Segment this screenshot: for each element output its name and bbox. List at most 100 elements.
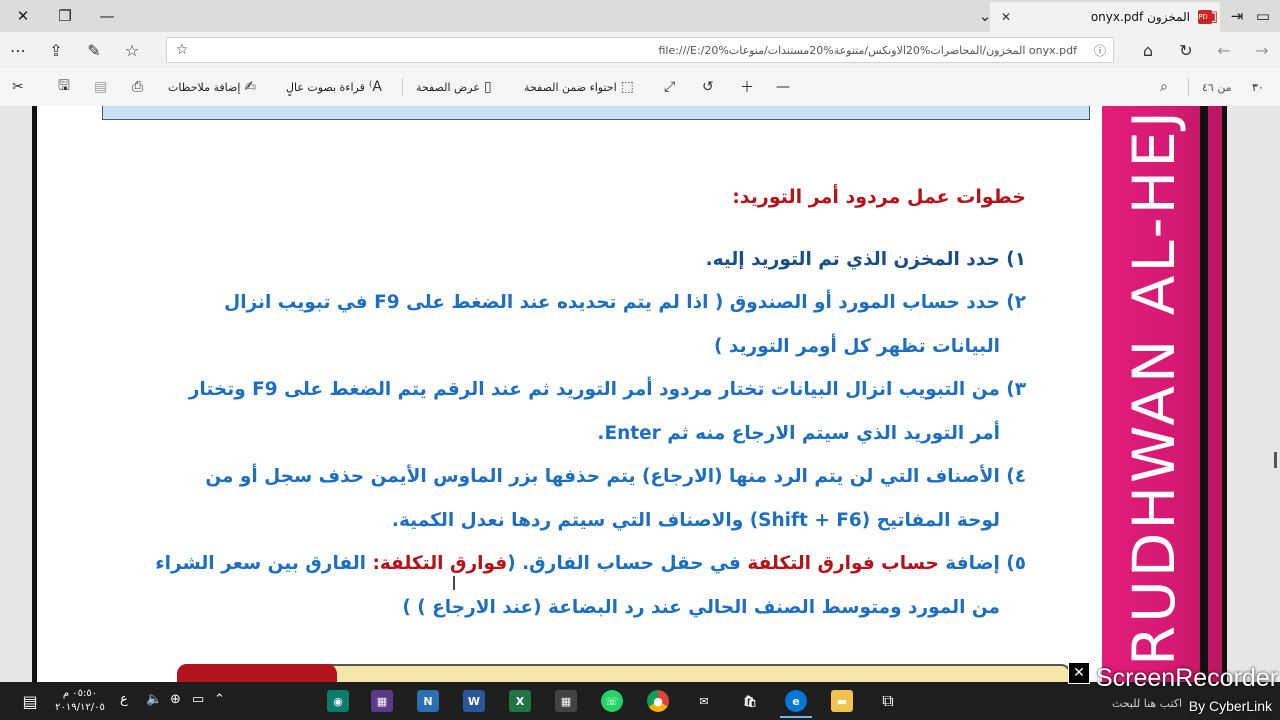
footer-tab xyxy=(177,664,337,682)
tab-close-button[interactable]: ✕ xyxy=(996,10,1016,24)
read-aloud-button[interactable]: A⁾ قراءة بصوت عالٍ xyxy=(286,68,386,106)
page-heading: خطوات عمل مردود أمر التوريد: xyxy=(732,186,1026,208)
favorite-star-icon[interactable]: ☆ xyxy=(167,42,197,58)
toolbar-divider xyxy=(402,78,403,96)
zoom-in-button[interactable]: ＋ xyxy=(736,68,758,106)
tab-onyx-pdf[interactable]: PDF المخزون onyx.pdf ✕ xyxy=(990,2,1220,32)
save-as-icon: 🖫 xyxy=(58,78,70,94)
chevron-up-icon[interactable]: ⌃ xyxy=(214,692,225,707)
recorder-close-button[interactable]: ✕ xyxy=(1068,662,1090,684)
taskbar-chrome[interactable]: ● xyxy=(642,686,674,716)
brand-text: RUDHWAN AL-HEJRI — O xyxy=(1120,106,1188,666)
action-center-button[interactable]: ▤ xyxy=(14,686,46,716)
clock[interactable]: ٠٥:٥٠ م ٢٠١٩/١٢/٠٥ xyxy=(54,687,106,715)
taskbar-word[interactable]: W xyxy=(458,686,490,716)
title-bar: ✕ ❐ — ⌄ ＋ PDF المخزون onyx.pdf ✕ ▣ ⇥ ▭ xyxy=(0,0,1280,32)
save-button[interactable]: ▤ xyxy=(90,68,111,106)
search-button[interactable]: ⌕ xyxy=(1156,68,1172,106)
arrow-left-icon: ← xyxy=(1217,40,1231,60)
fullscreen-button[interactable]: ⤢ xyxy=(660,68,679,106)
print-button[interactable]: ⎙ xyxy=(128,68,147,106)
taskbar-explorer[interactable]: ▬ xyxy=(826,686,858,716)
plus-icon: ＋ xyxy=(740,80,754,96)
step-5-part1: ٥) إضافة xyxy=(938,553,1026,574)
step-5-cont: من المورد ومتوسط الصنف الحالي عند رد الب… xyxy=(402,597,1000,618)
tabs-icon: ▭ xyxy=(1255,7,1271,25)
forward-button[interactable]: → xyxy=(1244,32,1280,68)
app-icon: N xyxy=(417,690,439,712)
restore-window-button[interactable]: ❐ xyxy=(42,0,88,32)
tabs-aside-button[interactable]: ▭ xyxy=(1240,0,1280,32)
taskbar-whatsapp[interactable]: ☏ xyxy=(596,686,628,716)
tab-title: المخزون onyx.pdf xyxy=(1090,10,1190,24)
pin-toolbar-button[interactable]: ✂ xyxy=(8,68,28,106)
language-indicator[interactable]: ع xyxy=(120,692,128,707)
page-view-label: عرض الصفحة xyxy=(416,80,480,94)
page-view-icon: ▯ xyxy=(483,79,492,95)
task-view-button[interactable]: ⧉ xyxy=(872,686,904,716)
fit-page-label: احتواء ضمن الصفحة xyxy=(524,80,617,94)
app-icon: ▦ xyxy=(371,690,393,712)
capture-app-icon: ◉ xyxy=(327,690,349,712)
favorites-hub-button[interactable]: ☆ xyxy=(114,32,150,68)
add-notes-button[interactable]: ✍ إضافة ملاحظات xyxy=(168,68,260,106)
info-icon[interactable]: ⓘ xyxy=(1087,42,1113,59)
taskbar-calculator[interactable]: ▦ xyxy=(550,686,582,716)
recorder-by: By CyberLink xyxy=(1188,698,1272,714)
chrome-icon: ● xyxy=(647,690,669,712)
volume-icon[interactable]: 🔈 xyxy=(146,692,162,707)
home-button[interactable]: ⌂ xyxy=(1130,32,1166,68)
step-5-part3: في حقل حساب الفارق. ( xyxy=(507,553,748,574)
scrollbar-thumb[interactable] xyxy=(1274,452,1277,468)
taskbar-app-2[interactable]: N xyxy=(412,686,444,716)
network-icon[interactable]: ⊕ xyxy=(170,692,181,707)
taskbar-mail[interactable]: ✉ xyxy=(688,686,720,716)
fit-page-icon: ⬚ xyxy=(620,79,634,95)
save-as-button[interactable]: 🖫 xyxy=(54,68,74,106)
close-window-button[interactable]: ✕ xyxy=(0,0,46,32)
back-button[interactable]: ← xyxy=(1206,32,1242,68)
zoom-out-button[interactable]: — xyxy=(772,68,794,106)
step-5-part4: فوارق التكلفة: xyxy=(372,553,508,574)
minus-icon: — xyxy=(776,79,790,95)
pdf-viewport[interactable]: خطوات عمل مردود أمر التوريد: ١) حدد المخ… xyxy=(0,106,1280,682)
taskbar-app-1[interactable]: ▦ xyxy=(366,686,398,716)
fit-page-button[interactable]: ⬚ احتواء ضمن الصفحة xyxy=(524,68,638,106)
url-field[interactable]: ☆ file:///E:/20%المخزون/المحاضرات%20الاو… xyxy=(166,37,1114,63)
share-button[interactable]: ⇪ xyxy=(38,32,74,68)
taskbar-app-capture[interactable]: ◉ xyxy=(322,686,354,716)
more-button[interactable]: ⋯ xyxy=(0,32,36,68)
refresh-icon: ↻ xyxy=(1179,40,1193,60)
step-2: ٢) حدد حساب المورد أو الصندوق ( اذا لم ي… xyxy=(224,292,1026,313)
restore-icon: ❐ xyxy=(58,7,72,25)
read-aloud-icon: A⁾ xyxy=(368,79,382,95)
step-3: ٣) من التبويب انزال البيانات تختار مردود… xyxy=(188,379,1026,400)
step-4: ٤) الأصناف التي لن يتم الرد منها (الارجا… xyxy=(205,466,1026,487)
page-view-button[interactable]: ▯ عرض الصفحة xyxy=(416,68,496,106)
battery-icon[interactable]: ▭ xyxy=(192,692,204,707)
refresh-button[interactable]: ↻ xyxy=(1168,32,1204,68)
minimize-window-button[interactable]: — xyxy=(84,0,130,32)
task-view-icon: ⧉ xyxy=(882,691,894,710)
taskbar-edge[interactable]: e xyxy=(780,686,812,718)
save-icon: ▤ xyxy=(94,79,108,95)
taskbar-excel[interactable]: X xyxy=(504,686,536,716)
taskbar-store[interactable]: 🛍 xyxy=(734,686,766,716)
expand-icon: ⤢ xyxy=(664,79,676,95)
pen-icon: ✎ xyxy=(87,40,101,60)
calculator-icon: ▦ xyxy=(555,690,577,712)
screen-recorder-watermark: ✕ ScreenRecorder By CyberLink xyxy=(1068,660,1280,720)
page-number-input[interactable]: ٣٠ xyxy=(1252,68,1264,106)
share-icon: ⇪ xyxy=(49,40,63,60)
notification-icon: ▤ xyxy=(22,691,38,711)
url-text: file:///E:/20%المخزون/المحاضرات%20الاونك… xyxy=(658,43,1077,57)
header-box xyxy=(102,106,1090,120)
step-5-part2: حساب فوارق التكلفة xyxy=(747,553,939,574)
store-icon: 🛍 xyxy=(743,694,757,708)
pdf-toolbar: ✂ 🖫 ▤ ⎙ ✍ إضافة ملاحظات A⁾ قراءة بصوت عا… xyxy=(0,68,1280,107)
web-note-button[interactable]: ✎ xyxy=(76,32,112,68)
whatsapp-icon: ☏ xyxy=(601,690,623,712)
read-aloud-label: قراءة بصوت عالٍ xyxy=(286,80,365,94)
brand-sidebar: RUDHWAN AL-HEJRI — O xyxy=(1102,106,1222,682)
rotate-button[interactable]: ↺ xyxy=(698,68,718,106)
